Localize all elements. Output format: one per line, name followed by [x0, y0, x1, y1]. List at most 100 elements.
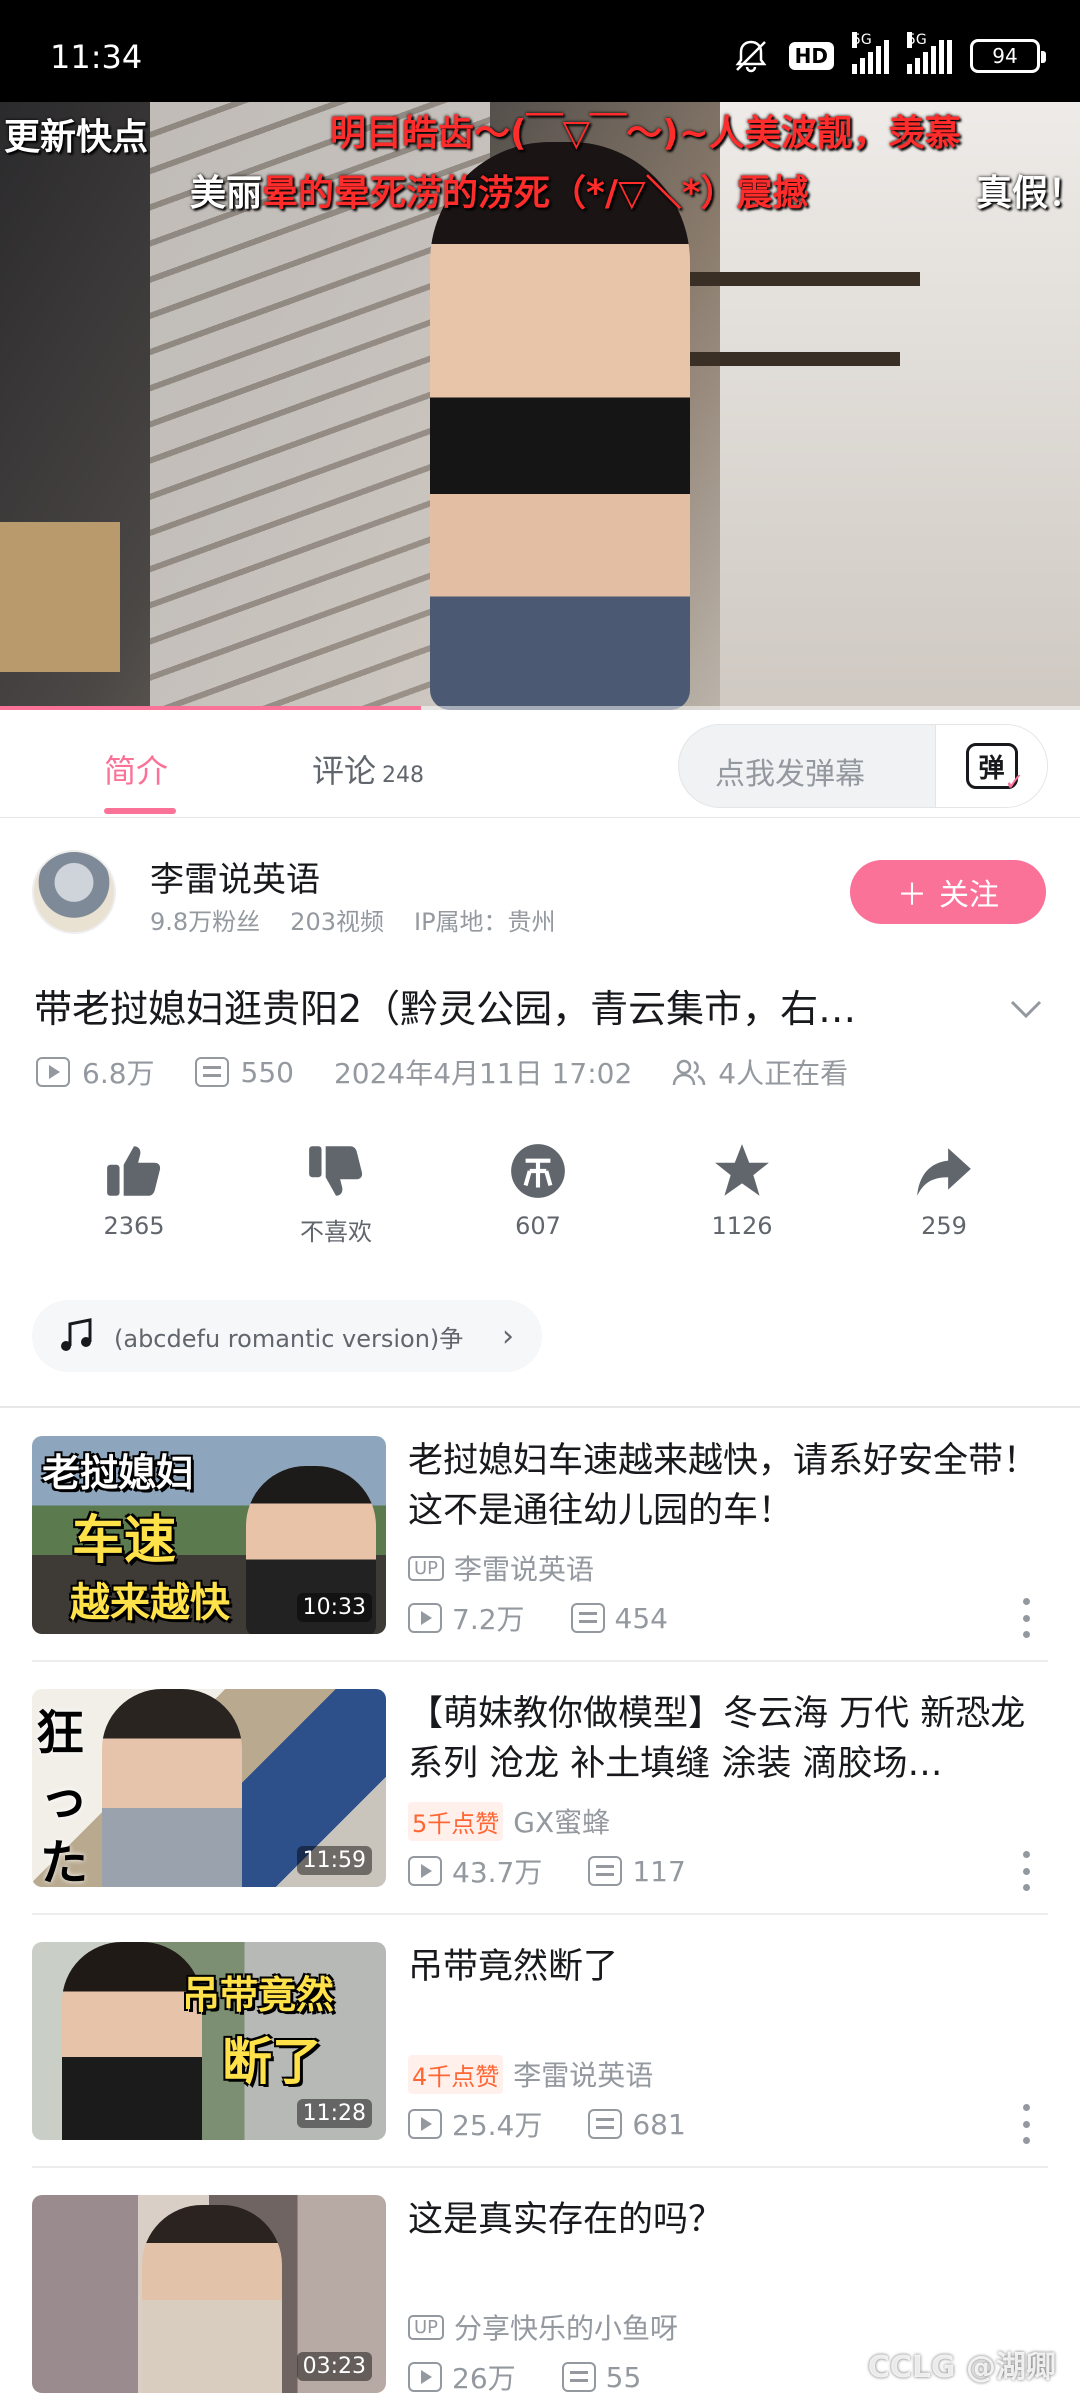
- detail-tabs-bar: 简介 评论 248 点我发弹幕 弹 ✓: [0, 710, 1080, 818]
- recommend-stats: 43.7万 117: [408, 1851, 686, 1891]
- video-duration: 11:28: [296, 2099, 372, 2128]
- recommend-stats: 25.4万 681: [408, 2104, 686, 2144]
- danmaku-toggle-button[interactable]: 弹 ✓: [935, 725, 1047, 807]
- uploader-ip: IP属地：贵州: [413, 908, 556, 936]
- thumbs-down-icon: [309, 1146, 363, 1196]
- more-options-icon[interactable]: [1020, 1598, 1032, 1638]
- hd-voice-icon: HD: [788, 42, 834, 70]
- recommend-views: 25.4万: [452, 2109, 543, 2142]
- recommend-views: 7.2万: [452, 1603, 525, 1636]
- thumbnail-caption: 断了: [222, 2033, 322, 2091]
- chevron-right-icon: ›: [502, 1318, 514, 1354]
- music-note-icon: [61, 1318, 92, 1351]
- thumbnail-caption: た: [40, 1835, 89, 1887]
- video-frame-box: [0, 522, 120, 672]
- danmaku-count-icon: [561, 2362, 596, 2392]
- recommend-danmaku: 681: [632, 2107, 686, 2141]
- danmaku-count-icon: [588, 2109, 623, 2139]
- video-thumbnail[interactable]: 吊带竟然 断了 11:28: [32, 1942, 386, 2140]
- dislike-label: 不喜欢: [300, 1218, 372, 1246]
- like-count: 2365: [103, 1212, 165, 1240]
- check-icon: ✓: [1004, 768, 1025, 796]
- recommend-author: 李雷说英语: [454, 1553, 595, 1586]
- recommend-views: 26万: [452, 2362, 516, 2395]
- view-count: 6.8万: [82, 1057, 155, 1090]
- network-label-2: 5G: [907, 32, 927, 48]
- coin-button[interactable]: 607: [468, 1140, 608, 1240]
- coin-count: 607: [515, 1212, 561, 1240]
- more-options-icon[interactable]: [1020, 2104, 1032, 2144]
- up-badge-icon: UP: [408, 1555, 445, 1581]
- video-thumbnail[interactable]: 狂 っ た 11:59: [32, 1689, 386, 1887]
- thumbnail-caption: 车速: [72, 1511, 177, 1571]
- status-bar: 11:34 HD 5G 5G 94: [0, 0, 1080, 102]
- video-thumbnail[interactable]: 老挝媳妇 车速 越来越快 10:33: [32, 1436, 386, 1634]
- people-watching-icon: [673, 1059, 706, 1086]
- network-label-1: 5G: [852, 32, 872, 48]
- share-arrow-icon: [917, 1148, 971, 1196]
- uploader-name[interactable]: 李雷说英语: [150, 852, 320, 901]
- favorite-count: 1126: [711, 1212, 773, 1240]
- play-count-icon: [36, 1057, 70, 1087]
- recommend-title: 【萌妹教你做模型】冬云海 万代 新恐龙系列 沧龙 补土填缝 涂装 滴胶场…: [408, 1694, 1026, 1784]
- recommend-danmaku: 454: [614, 1601, 668, 1635]
- uploader-videos: 203视频: [290, 908, 384, 936]
- danmaku-count-icon: [194, 1057, 229, 1087]
- recommend-title: 这是真实存在的吗？: [408, 2200, 724, 2240]
- recommend-author-row: 4千点赞 李雷说英语: [408, 2054, 653, 2094]
- recommend-author: 李雷说英语: [513, 2059, 654, 2092]
- danmaku-comment: 明目皓齿～(￣▽￣～)~人美波靓，羡慕: [330, 113, 961, 154]
- danmaku-button-label: 弹: [978, 753, 1005, 784]
- battery-level: 94: [992, 44, 1018, 68]
- recommend-stats: 7.2万 454: [408, 1598, 668, 1638]
- danmaku-input-placeholder: 点我发弹幕: [715, 757, 865, 792]
- signal-icon-2: 5G: [907, 32, 952, 74]
- share-button[interactable]: 259: [874, 1140, 1014, 1240]
- tab-active-indicator: [104, 808, 176, 814]
- danmaku-comment: 真假！: [976, 173, 1080, 214]
- status-icons: HD 5G 5G 94: [731, 32, 1046, 76]
- up-badge-icon: UP: [408, 2314, 445, 2340]
- thumbnail-caption: っ: [40, 1771, 89, 1827]
- thumbnail-caption: 老挝媳妇: [42, 1451, 195, 1495]
- tab-comments-label: 评论: [312, 752, 377, 790]
- video-frame-person: [430, 142, 690, 710]
- danmaku-comment: 美丽: [190, 173, 263, 214]
- watching-count: 4人正在看: [718, 1057, 849, 1090]
- tab-comments[interactable]: 评论 248: [312, 746, 424, 792]
- star-icon: [715, 1144, 769, 1196]
- tab-intro-label: 简介: [104, 752, 169, 790]
- danmaku-input[interactable]: 点我发弹幕 弹 ✓: [678, 724, 1048, 808]
- video-duration: 11:59: [296, 1846, 372, 1875]
- dislike-button[interactable]: 不喜欢: [266, 1140, 406, 1247]
- video-title: 带老挝媳妇逛贵阳2（黔灵公园，青云集市，右…: [34, 987, 857, 1031]
- list-item[interactable]: 吊带竟然 断了 11:28 吊带竟然断了 4千点赞 李雷说英语 25.4万 68…: [0, 1914, 1080, 2166]
- music-title: (abcdefu romantic version)争: [114, 1324, 464, 1353]
- signal-icon-1: 5G: [852, 32, 889, 74]
- uploader-followers: 9.8万粉丝: [150, 908, 261, 936]
- watermark: CCLG @湖卿: [867, 2350, 1056, 2385]
- thumbnail-person: [62, 1942, 202, 2140]
- list-item[interactable]: 老挝媳妇 车速 越来越快 10:33 老挝媳妇车速越来越快，请系好安全带！这不是…: [0, 1408, 1080, 1660]
- thumbs-up-icon: [107, 1146, 161, 1196]
- more-options-icon[interactable]: [1020, 1851, 1032, 1891]
- danmaku-count-icon: [570, 1603, 605, 1633]
- video-thumbnail[interactable]: 03:23: [32, 2195, 386, 2393]
- danmaku-comment: 晕的晕死涝的涝死（*/▽＼*）震撼: [262, 173, 809, 214]
- tab-intro[interactable]: 简介: [104, 746, 168, 792]
- list-item[interactable]: 狂 っ た 11:59 【萌妹教你做模型】冬云海 万代 新恐龙系列 沧龙 补土填…: [0, 1661, 1080, 1913]
- recommend-author-row: UP 李雷说英语: [408, 1548, 594, 1588]
- music-pill[interactable]: (abcdefu romantic version)争 ›: [32, 1300, 542, 1372]
- chevron-down-icon[interactable]: [1006, 988, 1046, 1028]
- video-duration: 03:23: [296, 2352, 372, 2381]
- danmaku-comment: 更新快点: [4, 117, 149, 158]
- favorite-button[interactable]: 1126: [672, 1140, 812, 1240]
- thumbnail-person: [102, 1689, 242, 1887]
- follow-button[interactable]: ＋ 关注: [850, 860, 1046, 924]
- uploader-avatar[interactable]: [32, 850, 116, 934]
- like-tag: 4千点赞: [408, 2054, 504, 2094]
- recommend-stats: 26万 55: [408, 2357, 641, 2397]
- video-duration: 10:33: [296, 1593, 372, 1622]
- video-player[interactable]: 更新快点 明目皓齿～(￣▽￣～)~人美波靓，羡慕 美丽 晕的晕死涝的涝死（*/▽…: [0, 102, 1080, 710]
- like-button[interactable]: 2365: [64, 1140, 204, 1240]
